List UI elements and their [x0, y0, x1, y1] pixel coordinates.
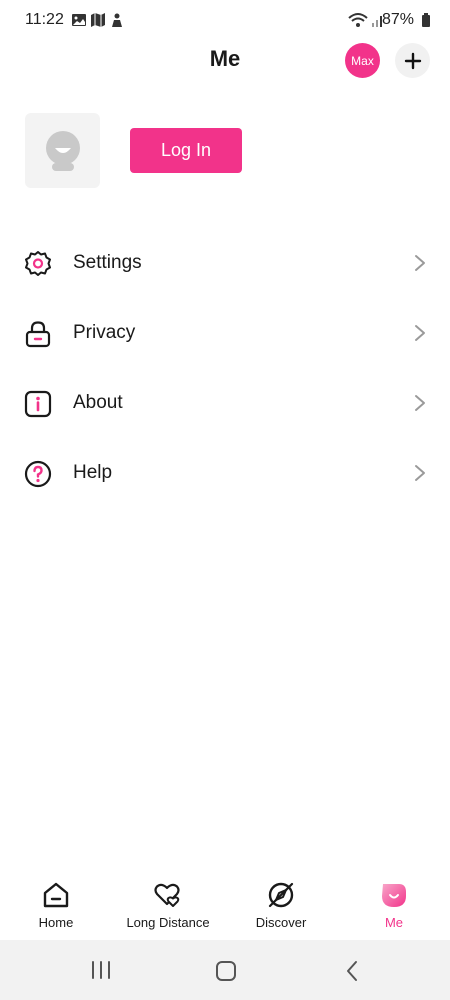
nav-label: Discover — [255, 915, 307, 930]
status-time: 11:22 — [25, 11, 64, 28]
menu-item-label: Privacy — [73, 322, 136, 343]
add-button[interactable] — [395, 43, 430, 78]
system-nav-bar — [0, 940, 450, 1000]
back-icon[interactable] — [344, 960, 360, 982]
avatar[interactable] — [25, 113, 100, 188]
login-button-label: Log In — [160, 140, 212, 160]
menu-item-about[interactable]: About — [0, 368, 450, 438]
nav-long-distance[interactable]: Long Distance — [112, 872, 224, 940]
gear-icon — [25, 251, 51, 276]
battery-icon — [422, 13, 430, 27]
lock-icon — [25, 321, 51, 348]
menu-item-label: About — [73, 392, 123, 413]
home-icon — [43, 882, 69, 908]
help-icon — [24, 460, 52, 488]
recent-apps-icon[interactable] — [90, 960, 112, 980]
me-icon — [382, 884, 406, 907]
person-icon — [112, 13, 122, 27]
map-icon — [91, 13, 105, 27]
chevron-right-icon — [415, 255, 425, 271]
battery-text: 87% — [381, 11, 414, 28]
login-button[interactable]: Log In — [130, 128, 242, 173]
chevron-right-icon — [415, 325, 425, 341]
max-avatar-label: Max — [351, 53, 374, 68]
nav-label: Long Distance — [126, 915, 210, 930]
max-avatar-button[interactable]: Max — [345, 43, 380, 78]
nav-me[interactable]: Me — [338, 872, 450, 940]
page-title: Me — [209, 46, 241, 71]
home-system-icon[interactable] — [215, 960, 237, 982]
menu-item-label: Help — [73, 462, 113, 483]
hearts-icon — [154, 883, 180, 907]
wifi-icon — [348, 13, 368, 27]
menu-item-privacy[interactable]: Privacy — [0, 298, 450, 368]
chevron-right-icon — [415, 395, 425, 411]
info-icon — [24, 390, 52, 418]
bottom-nav: Home Long Distance Discover Me — [0, 872, 450, 940]
chevron-right-icon — [415, 465, 425, 481]
menu-item-settings[interactable]: Settings — [0, 228, 450, 298]
status-bar: 11:22 87% — [0, 0, 450, 42]
nav-label: Home — [38, 915, 74, 930]
default-avatar-icon — [46, 131, 80, 171]
nav-home[interactable]: Home — [0, 872, 112, 940]
menu-item-help[interactable]: Help — [0, 438, 450, 508]
compass-icon — [268, 882, 294, 908]
plus-icon — [404, 52, 421, 69]
nav-discover[interactable]: Discover — [225, 872, 337, 940]
menu-item-label: Settings — [73, 252, 142, 273]
nav-label: Me — [384, 915, 404, 930]
image-icon — [72, 14, 86, 26]
